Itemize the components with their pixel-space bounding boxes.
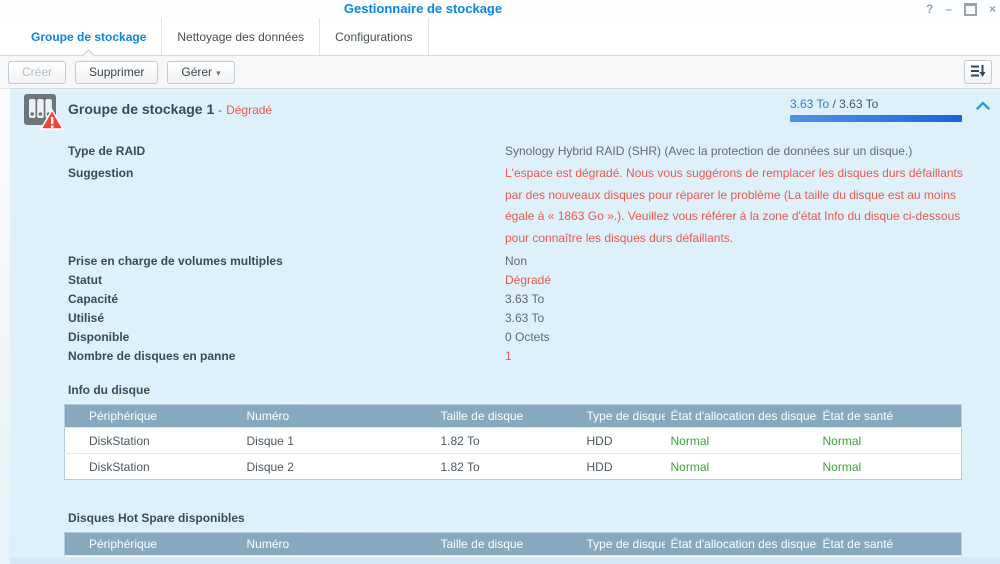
- cell-size: 1.82 To: [435, 428, 581, 454]
- disk-info-table: Périphérique Numéro Taille de disque Typ…: [64, 404, 962, 480]
- cell-type: HDD: [581, 454, 665, 480]
- toolbar: Créer Supprimer Gérer ▾: [0, 56, 1000, 89]
- tab-configurations-label: Configurations: [335, 30, 412, 44]
- tab-storage-group[interactable]: Groupe de stockage: [16, 18, 162, 55]
- create-button[interactable]: Créer: [8, 61, 66, 84]
- usage-used: 3.63 To: [790, 97, 829, 111]
- tab-configurations[interactable]: Configurations: [320, 18, 428, 55]
- detail-row-available: Disponible 0 Octets: [68, 328, 1000, 347]
- detail-label: Capacité: [68, 290, 505, 309]
- help-icon[interactable]: ?: [926, 2, 933, 16]
- column-header: Périphérique: [65, 533, 241, 556]
- table-header-row: Périphérique Numéro Taille de disque Typ…: [65, 533, 962, 556]
- usage-text: 3.63 To / 3.63 To: [790, 97, 972, 111]
- manage-button[interactable]: Gérer ▾: [167, 61, 234, 84]
- tab-storage-group-label: Groupe de stockage: [31, 30, 146, 44]
- empty-message: Pas de disque de secours disponible.: [65, 556, 962, 564]
- cell-number: Disque 2: [241, 454, 435, 480]
- sort-descending-icon: [970, 64, 986, 78]
- cell-device: DiskStation: [65, 454, 241, 480]
- column-header: État de santé: [817, 533, 962, 556]
- detail-label: Type de RAID: [68, 142, 505, 161]
- detail-label: Disponible: [68, 328, 505, 347]
- titlebar: Gestionnaire de stockage ? – ×: [0, 0, 1000, 18]
- storage-group-header[interactable]: Groupe de stockage 1 - Dégradé 3.63 To /…: [10, 89, 1000, 135]
- detail-value: Dégradé: [505, 271, 967, 290]
- detail-value: 3.63 To: [505, 290, 967, 309]
- group-status-separator: -: [218, 103, 222, 117]
- group-title: Groupe de stockage 1 - Dégradé: [68, 101, 272, 117]
- detail-row-status: Statut Dégradé: [68, 271, 1000, 290]
- tab-bar: Groupe de stockage Nettoyage des données…: [0, 18, 1000, 56]
- detail-value: 1: [505, 347, 967, 366]
- usage-total: 3.63 To: [839, 97, 878, 111]
- detail-value: Synology Hybrid RAID (SHR) (Avec la prot…: [505, 142, 967, 161]
- usage-summary: 3.63 To / 3.63 To: [790, 97, 972, 122]
- window-title: Gestionnaire de stockage: [344, 1, 502, 16]
- cell-health-status: Normal: [817, 454, 962, 480]
- table-header-row: Périphérique Numéro Taille de disque Typ…: [65, 405, 962, 428]
- column-header: Périphérique: [65, 405, 241, 428]
- usage-progress-fill: [790, 115, 962, 122]
- cell-allocation-status: Normal: [665, 454, 817, 480]
- column-header: Taille de disque: [435, 405, 581, 428]
- column-header: État d'allocation des disques: [665, 405, 817, 428]
- detail-label: Statut: [68, 271, 505, 290]
- maximize-icon[interactable]: [964, 3, 977, 16]
- window-controls: ? – ×: [926, 0, 996, 18]
- detail-value: 0 Octets: [505, 328, 967, 347]
- cell-device: DiskStation: [65, 428, 241, 454]
- detail-row-suggestion: Suggestion L'espace est dégradé. Nous vo…: [68, 163, 1000, 249]
- storage-degraded-icon: [22, 93, 64, 131]
- minimize-icon[interactable]: –: [945, 2, 952, 16]
- column-header: Taille de disque: [435, 533, 581, 556]
- disk-info-title: Info du disque: [68, 383, 1000, 397]
- detail-row-used: Utilisé 3.63 To: [68, 309, 1000, 328]
- hot-spare-table: Périphérique Numéro Taille de disque Typ…: [64, 532, 962, 564]
- detail-value: 3.63 To: [505, 309, 967, 328]
- detail-row-failed-disks: Nombre de disques en panne 1: [68, 347, 1000, 366]
- detail-row-capacity: Capacité 3.63 To: [68, 290, 1000, 309]
- storage-group-panel: Groupe de stockage 1 - Dégradé 3.63 To /…: [10, 88, 1000, 564]
- sort-button[interactable]: [964, 60, 992, 84]
- usage-divider: /: [829, 97, 839, 111]
- column-header: État d'allocation des disques: [665, 533, 817, 556]
- group-name: Groupe de stockage 1: [68, 101, 214, 117]
- group-status: Dégradé: [226, 103, 272, 117]
- tab-data-scrubbing-label: Nettoyage des données: [177, 30, 304, 44]
- manage-button-label: Gérer: [181, 65, 212, 79]
- detail-row-multi-volume: Prise en charge de volumes multiples Non: [68, 252, 1000, 271]
- detail-label: Utilisé: [68, 309, 505, 328]
- cell-size: 1.82 To: [435, 454, 581, 480]
- chevron-down-icon: ▾: [216, 68, 221, 78]
- cell-type: HDD: [581, 428, 665, 454]
- detail-value: Non: [505, 252, 967, 271]
- column-header: Type de disque: [581, 405, 665, 428]
- cell-health-status: Normal: [817, 428, 962, 454]
- tab-data-scrubbing[interactable]: Nettoyage des données: [162, 18, 320, 55]
- detail-label: Prise en charge de volumes multiples: [68, 252, 505, 271]
- detail-value: L'espace est dégradé. Nous vous suggéron…: [505, 163, 967, 249]
- detail-label: Suggestion: [68, 163, 505, 185]
- column-header: Numéro: [241, 405, 435, 428]
- delete-button[interactable]: Supprimer: [75, 61, 158, 84]
- column-header: Type de disque: [581, 533, 665, 556]
- column-header: Numéro: [241, 533, 435, 556]
- column-header: État de santé: [817, 405, 962, 428]
- group-details: Type de RAID Synology Hybrid RAID (SHR) …: [10, 135, 1000, 366]
- empty-row: Pas de disque de secours disponible.: [65, 556, 962, 564]
- cell-number: Disque 1: [241, 428, 435, 454]
- close-icon[interactable]: ×: [989, 2, 996, 16]
- detail-label: Nombre de disques en panne: [68, 347, 505, 366]
- hot-spare-title: Disques Hot Spare disponibles: [68, 511, 1000, 525]
- chevron-up-icon: [976, 101, 990, 110]
- storage-manager-window: Gestionnaire de stockage ? – × Groupe de…: [0, 0, 1000, 564]
- cell-allocation-status: Normal: [665, 428, 817, 454]
- usage-progress-bar: [790, 115, 962, 122]
- table-row[interactable]: DiskStation Disque 2 1.82 To HDD Normal …: [65, 454, 962, 480]
- collapse-panel-button[interactable]: [976, 101, 990, 110]
- detail-row-raid-type: Type de RAID Synology Hybrid RAID (SHR) …: [68, 142, 1000, 161]
- table-row[interactable]: DiskStation Disque 1 1.82 To HDD Normal …: [65, 428, 962, 454]
